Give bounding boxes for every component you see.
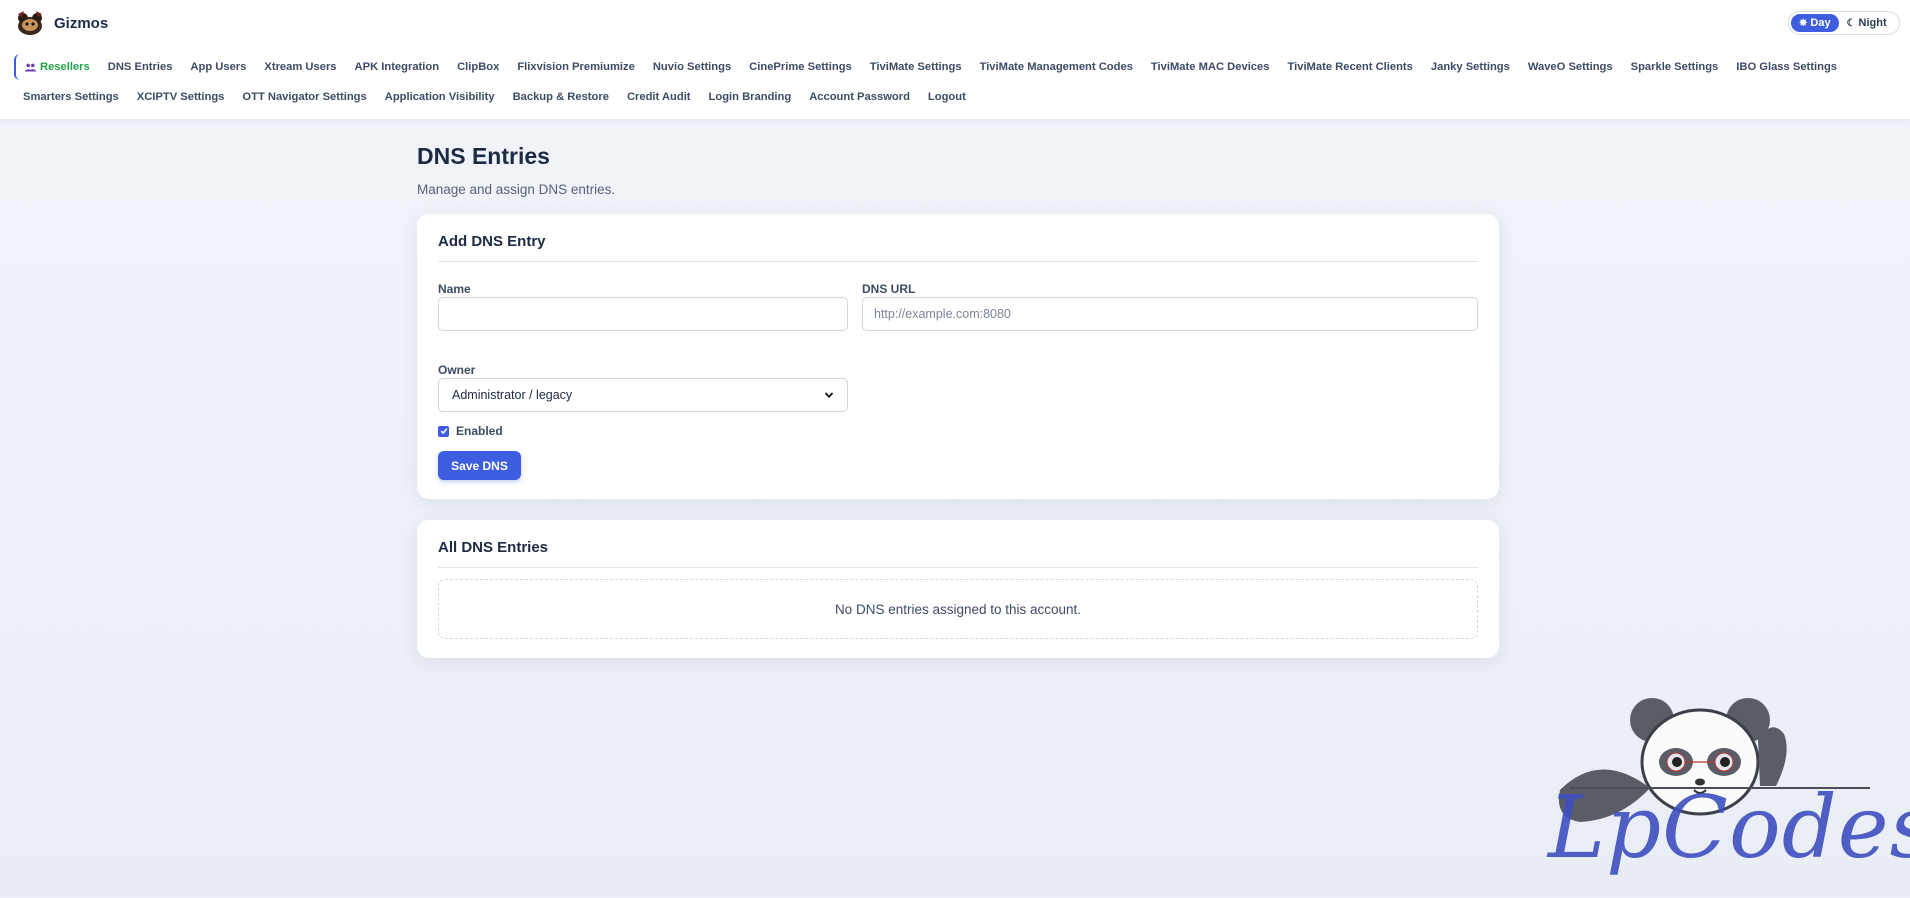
nav-row-2: Smarters Settings XCIPTV Settings OTT Na… <box>14 82 1894 112</box>
brand-logo-icon <box>18 11 42 35</box>
owner-label: Owner <box>438 363 476 377</box>
add-dns-card: Add DNS Entry Name DNS URL Owner Adminis… <box>417 214 1499 499</box>
nav-item-janky-settings[interactable]: Janky Settings <box>1422 54 1519 80</box>
people-icon <box>25 63 36 71</box>
owner-selected-value: Administrator / legacy <box>452 388 573 402</box>
day-label: Day <box>1810 17 1831 29</box>
moon-icon: ☾ <box>1846 17 1856 29</box>
night-label: Night <box>1858 17 1887 29</box>
all-dns-title: All DNS Entries <box>438 520 1478 568</box>
sun-icon: ✸ <box>1799 17 1808 29</box>
main-nav: Resellers DNS Entries App Users Xtream U… <box>14 52 1894 112</box>
name-input[interactable] <box>438 297 848 331</box>
nav-item-tivimate-mac-devices[interactable]: TiviMate MAC Devices <box>1142 54 1279 80</box>
nav-item-waveo-settings[interactable]: WaveO Settings <box>1519 54 1622 80</box>
page-subtitle: Manage and assign DNS entries. <box>417 182 616 197</box>
nav-item-app-users[interactable]: App Users <box>181 54 255 80</box>
dns-url-label: DNS URL <box>862 282 916 296</box>
owner-select[interactable]: Administrator / legacy <box>438 378 848 412</box>
name-label: Name <box>438 282 471 296</box>
watermark-text: LpCodes <box>1548 778 1910 878</box>
nav-item-credit-audit[interactable]: Credit Audit <box>618 84 700 110</box>
nav-row-1: Resellers DNS Entries App Users Xtream U… <box>14 52 1894 82</box>
brand[interactable]: Gizmos <box>14 9 108 37</box>
nav-item-clipbox[interactable]: ClipBox <box>448 54 508 80</box>
nav-item-ibo-glass-settings[interactable]: IBO Glass Settings <box>1727 54 1846 80</box>
nav-item-resellers[interactable]: Resellers <box>14 54 99 80</box>
nav-item-account-password[interactable]: Account Password <box>800 84 919 110</box>
nav-item-tivimate-settings[interactable]: TiviMate Settings <box>861 54 971 80</box>
nav-item-dns-entries[interactable]: DNS Entries <box>99 54 182 80</box>
enabled-row: Enabled <box>438 424 503 438</box>
nav-item-application-visibility[interactable]: Application Visibility <box>376 84 504 110</box>
nav-item-apk-integration[interactable]: APK Integration <box>346 54 449 80</box>
top-navigation-bar: Gizmos ✸ Day ☾ Night Resellers DNS Entri… <box>0 0 1910 119</box>
checkmark-icon <box>440 428 447 435</box>
chevron-down-icon <box>824 392 834 399</box>
empty-state: No DNS entries assigned to this account. <box>438 579 1478 639</box>
theme-toggle: ✸ Day ☾ Night <box>1788 11 1900 35</box>
page-title: DNS Entries <box>417 143 550 169</box>
nav-item-smarters-settings[interactable]: Smarters Settings <box>14 84 128 110</box>
night-theme-button[interactable]: ☾ Night <box>1839 14 1895 32</box>
nav-item-sparkle-settings[interactable]: Sparkle Settings <box>1622 54 1728 80</box>
nav-item-cineprime-settings[interactable]: CinePrime Settings <box>740 54 861 80</box>
enabled-label: Enabled <box>456 424 503 438</box>
nav-item-tivimate-recent-clients[interactable]: TiviMate Recent Clients <box>1278 54 1421 80</box>
nav-label: Resellers <box>40 61 90 73</box>
nav-item-xciptv-settings[interactable]: XCIPTV Settings <box>128 84 234 110</box>
save-dns-button[interactable]: Save DNS <box>438 451 521 480</box>
nav-item-ott-navigator-settings[interactable]: OTT Navigator Settings <box>233 84 375 110</box>
nav-item-logout[interactable]: Logout <box>919 84 975 110</box>
nav-item-flixvision-premiumize[interactable]: Flixvision Premiumize <box>508 54 644 80</box>
page-heading: DNS Entries Manage and assign DNS entrie… <box>417 140 1499 197</box>
enabled-checkbox[interactable] <box>438 425 449 437</box>
nav-item-backup-restore[interactable]: Backup & Restore <box>504 84 618 110</box>
empty-message: No DNS entries assigned to this account. <box>834 601 1082 617</box>
all-dns-card: All DNS Entries No DNS entries assigned … <box>417 520 1499 658</box>
nav-item-login-branding[interactable]: Login Branding <box>700 84 801 110</box>
nav-item-tivimate-management-codes[interactable]: TiviMate Management Codes <box>971 54 1142 80</box>
nav-item-nuvio-settings[interactable]: Nuvio Settings <box>644 54 740 80</box>
add-dns-title: Add DNS Entry <box>438 214 1478 262</box>
nav-item-xtream-users[interactable]: Xtream Users <box>255 54 345 80</box>
day-theme-button[interactable]: ✸ Day <box>1791 14 1839 32</box>
brand-name: Gizmos <box>54 14 109 32</box>
dns-url-input[interactable] <box>862 297 1478 331</box>
